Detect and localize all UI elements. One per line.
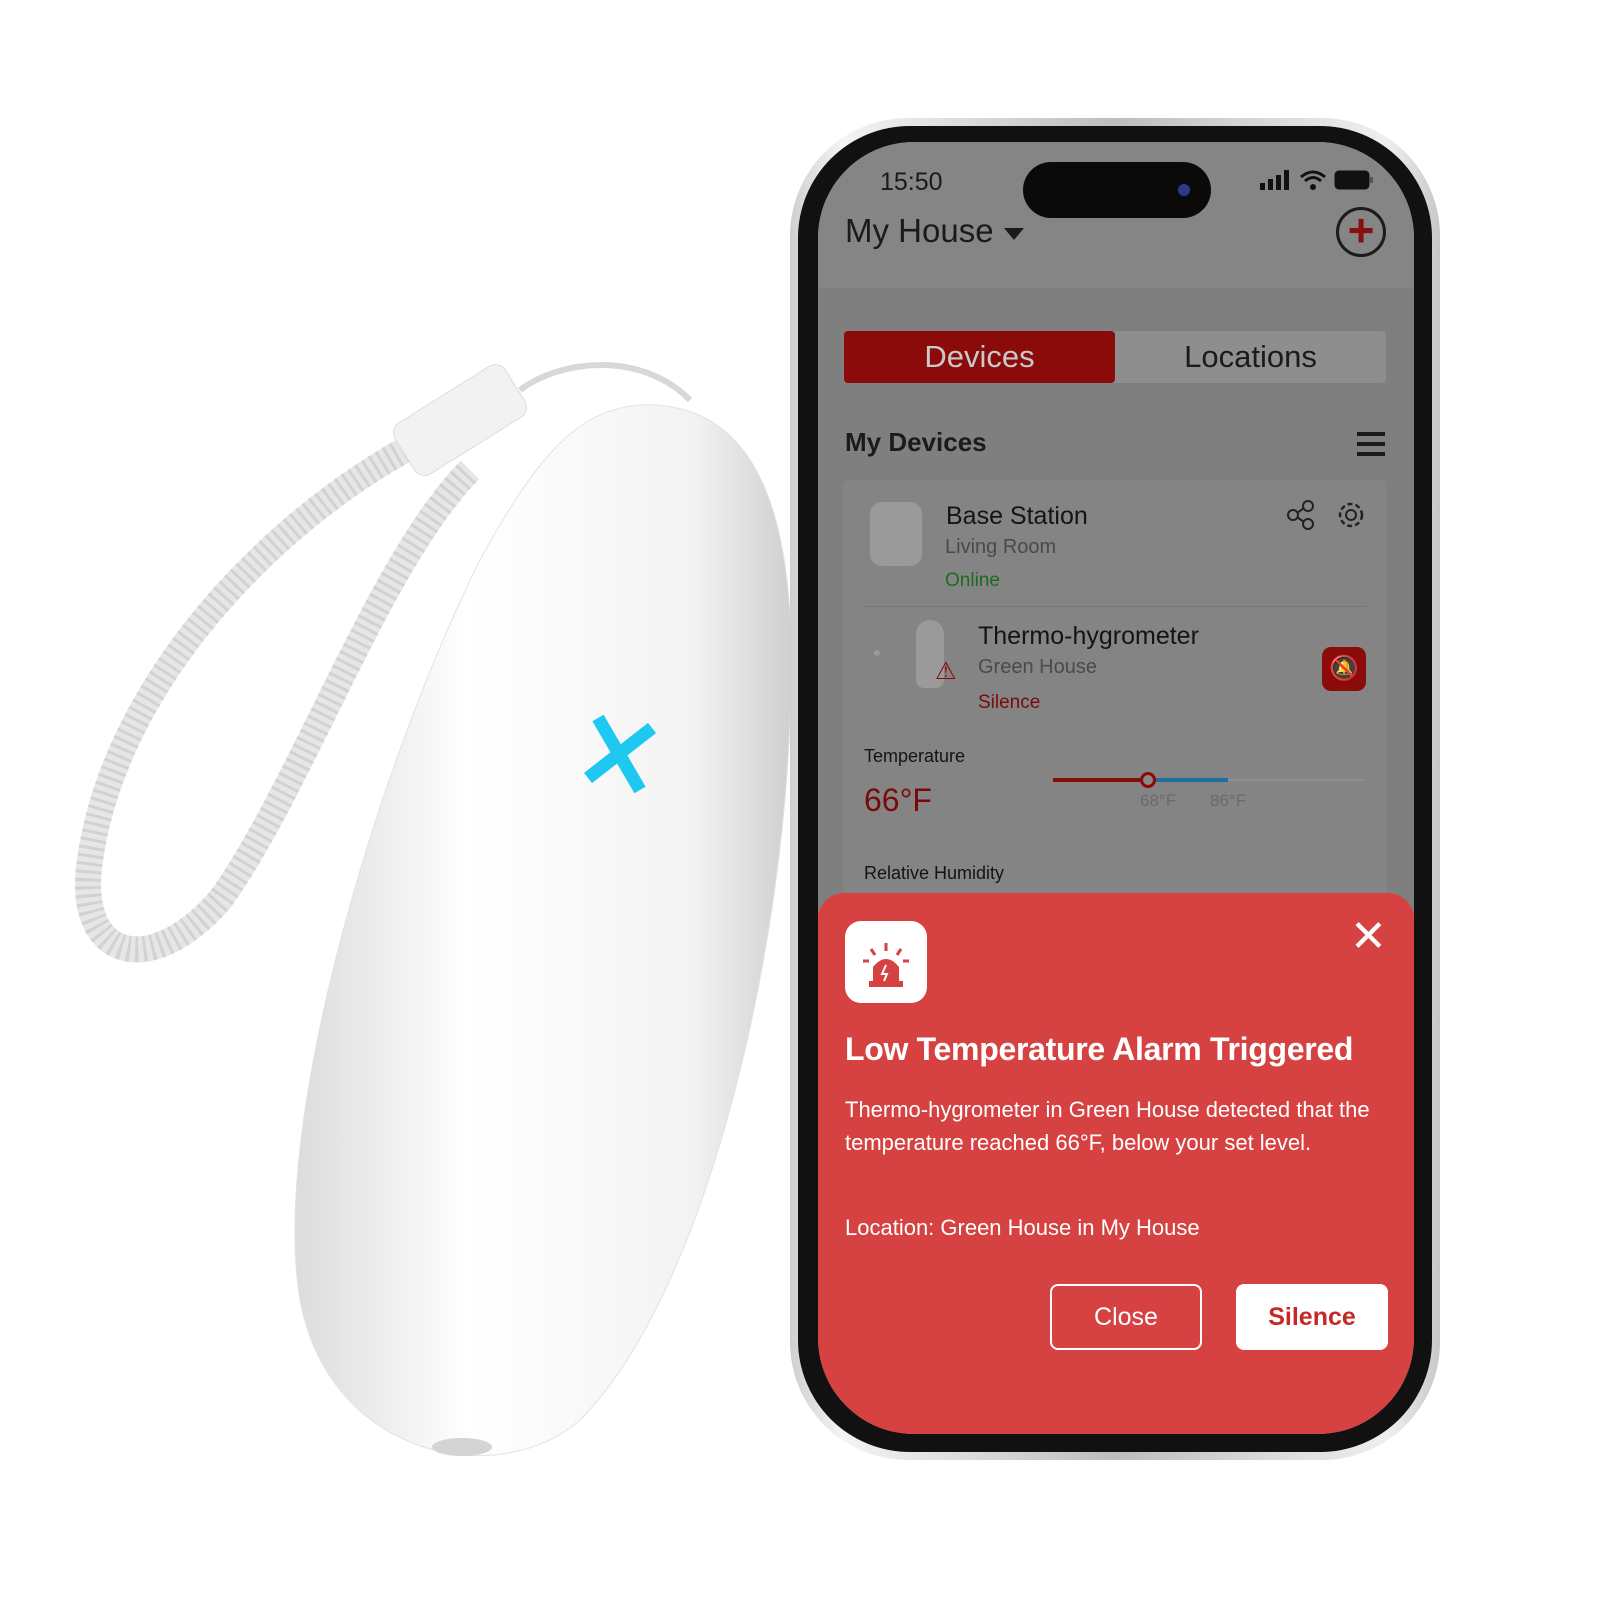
alarm-siren-icon xyxy=(845,921,927,1003)
device-location: Living Room xyxy=(945,536,1057,558)
alert-location: Location: Green House in My House xyxy=(845,1215,1200,1240)
phone-screen: 15:50 My House + Devices Locations My De… xyxy=(818,142,1414,1434)
share-icon[interactable] xyxy=(1286,500,1316,530)
caret-down-icon xyxy=(1003,228,1024,240)
slider-range-segment xyxy=(1148,778,1228,782)
device-status: Online xyxy=(945,570,1000,591)
device-status: Silence xyxy=(978,692,1041,713)
temperature-label: Temperature xyxy=(864,746,966,766)
tab-bar: Devices Locations xyxy=(844,331,1386,383)
temperature-value: 66°F xyxy=(864,782,932,818)
dynamic-island xyxy=(1023,162,1211,218)
device-name: Thermo-hygrometer xyxy=(978,622,1199,650)
status-icons xyxy=(1260,170,1374,190)
device-row-thermo-hygrometer[interactable]: ⚠ Thermo-hygrometer Green House Silence xyxy=(843,612,1387,722)
wifi-icon xyxy=(1300,170,1326,190)
silence-button[interactable]: Silence xyxy=(1236,1284,1388,1350)
close-button[interactable]: Close xyxy=(1050,1284,1202,1350)
alert-title: Low Temperature Alarm Triggered xyxy=(845,1031,1354,1067)
plus-circle-icon[interactable]: + xyxy=(1336,207,1386,257)
slider-low-segment xyxy=(1053,778,1148,782)
tab-locations[interactable]: Locations xyxy=(1115,331,1386,383)
device-location: Green House xyxy=(978,656,1097,678)
tab-devices[interactable]: Devices xyxy=(844,331,1115,383)
house-title: My House xyxy=(845,212,994,249)
device-port xyxy=(432,1438,492,1456)
gear-icon[interactable] xyxy=(1335,499,1367,531)
divider xyxy=(863,606,1367,607)
temperature-range-slider[interactable] xyxy=(1053,772,1365,788)
hamburger-icon[interactable] xyxy=(1357,432,1385,462)
status-time: 15:50 xyxy=(880,168,943,196)
device-name: Base Station xyxy=(946,502,1088,530)
device-body xyxy=(294,404,792,1456)
house-selector[interactable]: My House xyxy=(845,212,1024,250)
alarm-dialog: ✕ Low Temperature Alarm Triggered Thermo… xyxy=(818,893,1414,1434)
signal-icon xyxy=(1260,170,1289,190)
humidity-label: Relative Humidity xyxy=(864,863,1005,883)
device-row-base-station[interactable]: Base Station Living Room Online xyxy=(843,480,1387,606)
siren-icon: ⚠ xyxy=(935,658,957,685)
bell-off-icon[interactable]: 🔕 xyxy=(1322,647,1366,691)
slider-handle[interactable] xyxy=(1140,772,1156,788)
close-icon[interactable]: ✕ xyxy=(1350,915,1387,959)
camera-icon xyxy=(1178,184,1190,196)
alert-body: Thermo-hygrometer in Green House detecte… xyxy=(845,1097,1370,1155)
low-threshold: 68°F xyxy=(1140,791,1177,810)
section-title: My Devices xyxy=(845,427,987,457)
base-station-thumbnail xyxy=(870,502,922,566)
battery-icon xyxy=(1334,170,1373,190)
dot xyxy=(874,650,880,656)
high-threshold: 86°F xyxy=(1210,791,1247,810)
